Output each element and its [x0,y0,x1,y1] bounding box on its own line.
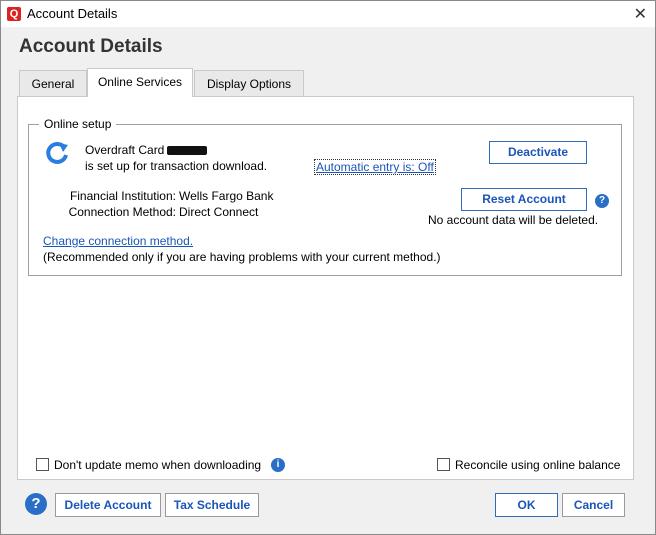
automatic-entry-link[interactable]: Automatic entry is: Off [314,159,436,175]
online-setup-group: Online setup Overdraft Card is set up fo… [28,117,622,276]
memo-checkbox[interactable] [36,458,49,471]
close-icon[interactable]: ✕ [634,4,647,24]
deactivate-button[interactable]: Deactivate [489,141,587,164]
ok-button[interactable]: OK [495,493,558,517]
delete-account-button[interactable]: Delete Account [55,493,161,517]
tab-display-options[interactable]: Display Options [194,70,304,97]
memo-checkbox-label: Don't update memo when downloading [54,458,262,472]
redacted-mark [167,146,208,156]
group-label: Online setup [39,117,117,131]
tax-schedule-button[interactable]: Tax Schedule [165,493,259,517]
connection-value: Direct Connect [179,205,259,219]
institution-value: Wells Fargo Bank [179,189,274,203]
connection-label: Connection Method: [68,205,176,219]
tab-online-services[interactable]: Online Services [87,68,193,97]
reset-note: No account data will be deleted. [428,213,599,227]
help-icon[interactable]: ? [595,194,609,208]
institution-label: Financial Institution: [69,189,176,203]
page-title: Account Details [19,36,163,57]
help-button[interactable]: ? [25,493,47,515]
change-connection-note: (Recommended only if you are having prob… [43,250,441,264]
refresh-icon [46,141,68,164]
change-connection-link[interactable]: Change connection method. [43,234,193,248]
title-bar: Q Account Details ✕ [1,1,655,27]
setup-status: is set up for transaction download. [85,159,268,173]
reconcile-checkbox[interactable] [437,458,450,471]
tab-general[interactable]: General [19,70,87,97]
quicken-logo-icon: Q [7,7,21,21]
reconcile-checkbox-label: Reconcile using online balance [455,458,621,472]
cancel-button[interactable]: Cancel [562,493,625,517]
reset-account-button[interactable]: Reset Account [461,188,587,211]
account-details-window: Q Account Details ✕ Account Details Gene… [0,0,656,535]
info-icon[interactable]: i [271,458,285,472]
account-name: Overdraft Card [85,143,165,157]
window-title: Account Details [27,6,118,21]
tab-panel: Online setup Overdraft Card is set up fo… [17,96,634,480]
